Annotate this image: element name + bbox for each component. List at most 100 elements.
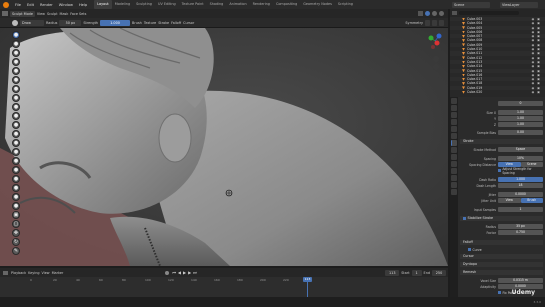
brush-selector[interactable]: Draw: [20, 19, 44, 26]
menu-face-sets[interactable]: Face Sets: [70, 12, 86, 16]
tool-crease-icon[interactable]: ●: [12, 103, 20, 111]
outliner-filter-icon[interactable]: [452, 11, 457, 15]
tab-view-layer-icon[interactable]: [451, 119, 457, 125]
menu-window[interactable]: Window: [56, 3, 76, 7]
tool-clay-thumb-icon[interactable]: ●: [12, 67, 20, 75]
jitter-field[interactable]: 0.0000: [498, 192, 543, 197]
tool-move-icon[interactable]: ✥: [12, 229, 20, 237]
menu-file[interactable]: File: [12, 3, 24, 7]
step-back-icon[interactable]: ◀: [178, 270, 181, 275]
stabilize-radius-field[interactable]: 35 px: [498, 224, 543, 229]
falloff-menu[interactable]: Falloff: [171, 21, 181, 25]
brush-menu[interactable]: Brush: [132, 21, 142, 25]
tab-world-icon[interactable]: [451, 133, 457, 139]
tool-box-mask-icon[interactable]: ▢: [12, 220, 20, 228]
shading-material-icon[interactable]: [432, 11, 437, 16]
tab-modeling[interactable]: Modeling: [112, 0, 133, 9]
brush-preview-icon[interactable]: [12, 19, 18, 26]
menu-keying[interactable]: Keying: [28, 271, 39, 275]
scene-selector[interactable]: Scene: [452, 1, 490, 8]
remesh-panel-header[interactable]: Remesh: [460, 270, 543, 275]
menu-mask[interactable]: Mask: [60, 12, 69, 16]
editor-type-icon[interactable]: [2, 11, 8, 16]
jump-start-icon[interactable]: ⏮: [172, 270, 176, 275]
symmetry-y-button[interactable]: [432, 19, 437, 26]
outliner[interactable]: Cube.003 ◉ ▣ Cube.004 ◉ ▣ Cube.005 ◉ ▣ Cube.00…: [450, 17, 545, 97]
menu-help[interactable]: Help: [76, 3, 90, 7]
dyntopo-panel-header[interactable]: Dyntopo: [460, 262, 543, 267]
falloff-panel-header[interactable]: Falloff: [460, 240, 543, 245]
tab-layout[interactable]: Layout: [94, 0, 112, 9]
tool-smooth-icon[interactable]: ●: [12, 112, 20, 120]
tab-texture-icon[interactable]: [451, 189, 457, 195]
curve-checkbox[interactable]: [468, 248, 471, 251]
tool-fill-icon[interactable]: ●: [12, 130, 20, 138]
stroke-method-dropdown[interactable]: Space: [498, 147, 543, 152]
xray-icon[interactable]: [418, 11, 423, 16]
tab-tool-icon[interactable]: [451, 98, 457, 104]
menu-sculpt[interactable]: Sculpt: [47, 12, 58, 16]
adjust-strength-checkbox[interactable]: [498, 169, 501, 172]
timeline[interactable]: 020406080100120140160180200220240 113: [0, 277, 448, 297]
menu-render[interactable]: Render: [37, 3, 56, 7]
strength-field[interactable]: 1.000: [100, 19, 131, 26]
tool-inflate-icon[interactable]: ●: [12, 85, 20, 93]
jump-end-icon[interactable]: ⏭: [193, 270, 197, 275]
blender-logo-icon[interactable]: [3, 1, 9, 8]
tab-animation[interactable]: Animation: [226, 0, 249, 9]
voxel-size-field[interactable]: 0.0315 m: [498, 278, 543, 283]
tab-sculpting[interactable]: Sculpting: [133, 0, 155, 9]
tab-rendering[interactable]: Rendering: [250, 0, 273, 9]
tool-multiplane-scrape-icon[interactable]: ●: [12, 148, 20, 156]
symmetry-x-button[interactable]: [425, 19, 430, 26]
tool-annotate-icon[interactable]: ✎: [12, 247, 20, 255]
dash-ratio-field[interactable]: 1.000: [498, 177, 543, 182]
tab-render-icon[interactable]: [451, 105, 457, 111]
timeline-editor-icon[interactable]: [3, 270, 8, 275]
outliner-search-input[interactable]: [459, 10, 519, 16]
tool-scrape-icon[interactable]: ●: [12, 139, 20, 147]
shading-render-icon[interactable]: [439, 11, 444, 16]
tab-particles-icon[interactable]: [451, 154, 457, 160]
tab-texture-paint[interactable]: Texture Paint: [179, 0, 207, 9]
size-x-field[interactable]: 1.00: [498, 110, 543, 115]
menu-timeline-view[interactable]: View: [42, 271, 50, 275]
step-forward-icon[interactable]: ▶: [188, 270, 191, 275]
tool-thumb-icon[interactable]: ●: [12, 193, 20, 201]
stabilize-panel-header[interactable]: Stabilize Stroke: [460, 216, 543, 221]
tab-constraints-icon[interactable]: [451, 168, 457, 174]
menu-marker[interactable]: Marker: [52, 271, 64, 275]
symmetry-z-button[interactable]: [439, 19, 444, 26]
menu-edit[interactable]: Edit: [24, 3, 37, 7]
tool-clay-strips-icon[interactable]: ●: [12, 58, 20, 66]
texture-menu[interactable]: Texture: [144, 21, 156, 25]
tool-blob-icon[interactable]: ●: [12, 94, 20, 102]
start-field[interactable]: 1: [411, 269, 422, 276]
3d-viewport[interactable]: [0, 28, 448, 266]
cursor-menu[interactable]: Cursor: [183, 21, 194, 25]
current-frame-field[interactable]: 113: [385, 269, 400, 276]
outliner-item[interactable]: Cube.020 ◉ ▣: [450, 90, 545, 94]
tab-object-icon[interactable]: [451, 140, 457, 146]
stroke-panel-header[interactable]: Stroke: [460, 139, 543, 144]
fix-poles-checkbox[interactable]: [498, 291, 501, 294]
tab-uv-editing[interactable]: UV Editing: [155, 0, 179, 9]
play-icon[interactable]: ▶: [183, 270, 186, 275]
dash-length-field[interactable]: 18: [498, 183, 543, 188]
tool-flatten-icon[interactable]: ●: [12, 121, 20, 129]
cursor-panel-header[interactable]: Cursor: [460, 254, 543, 259]
tool-elastic-icon[interactable]: ●: [12, 175, 20, 183]
tool-pose-icon[interactable]: ●: [12, 202, 20, 210]
tool-draw-sharp-icon[interactable]: ●: [12, 40, 20, 48]
tab-physics-icon[interactable]: [451, 161, 457, 167]
radius-field[interactable]: 50 px: [59, 19, 82, 26]
visibility-toggle-icons[interactable]: ◉ ▣: [532, 90, 541, 94]
shading-solid-icon[interactable]: [425, 11, 430, 16]
tab-material-icon[interactable]: [451, 182, 457, 188]
stabilize-factor-field[interactable]: 0.750: [498, 230, 543, 235]
tab-output-icon[interactable]: [451, 112, 457, 118]
tool-layer-icon[interactable]: ●: [12, 76, 20, 84]
size-y-field[interactable]: 1.00: [498, 116, 543, 121]
menu-playback[interactable]: Playback: [11, 271, 26, 275]
prop-field-0[interactable]: 0: [498, 101, 543, 106]
